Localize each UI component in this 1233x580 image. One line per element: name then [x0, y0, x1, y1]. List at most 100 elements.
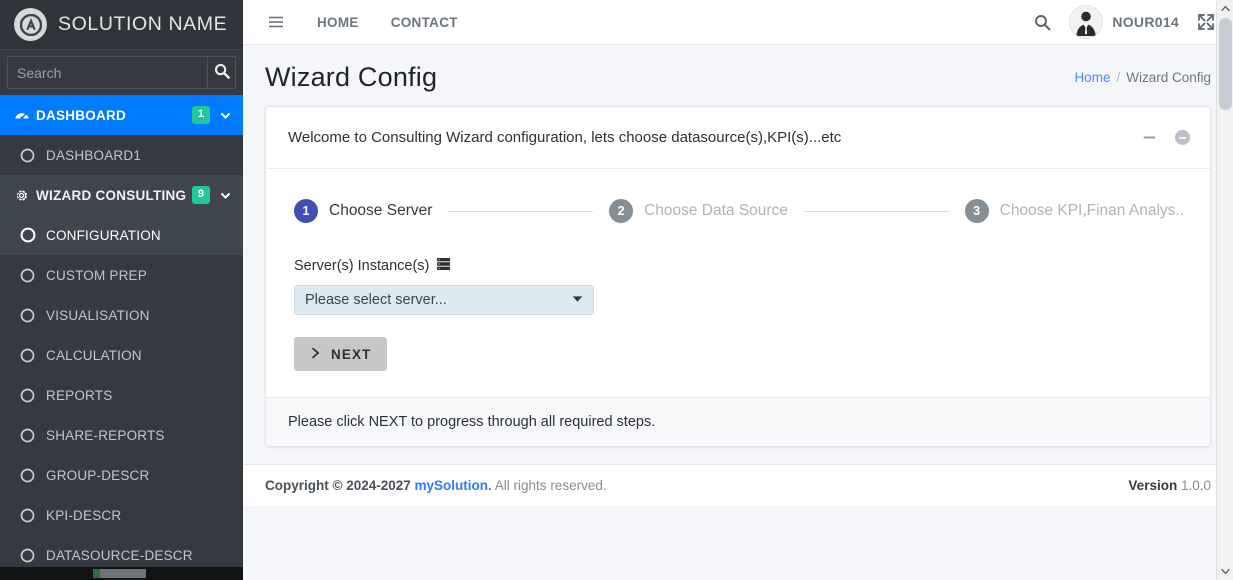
- topnav-link-contact[interactable]: CONTACT: [391, 15, 458, 30]
- next-button[interactable]: NEXT: [294, 337, 388, 371]
- footer-rights: All rights reserved.: [494, 478, 607, 493]
- username-label: NOUR014: [1112, 14, 1179, 30]
- sidebar-item-label: CALCULATION: [46, 347, 142, 363]
- breadcrumb: Home / Wizard Config: [1074, 70, 1211, 85]
- footer-version-number: 1.0.0: [1180, 478, 1211, 493]
- step-connector: [803, 210, 949, 212]
- page-header: Wizard Config Home / Wizard Config: [243, 45, 1233, 106]
- footer-version: Version 1.0.0: [1128, 478, 1211, 493]
- card-header: Welcome to Consulting Wizard configurati…: [266, 107, 1210, 169]
- scroll-down-arrow-icon[interactable]: [1217, 563, 1233, 580]
- wizard-form: Server(s) Instance(s) Please select serv…: [292, 223, 1184, 371]
- sidebar-nav: DASHBOARD 1 DASHBOARD1 WIZARD CONSULTING…: [0, 95, 243, 575]
- chevron-right-icon: [310, 347, 321, 362]
- circle-minus-bar: [1179, 136, 1186, 139]
- sidebar-item-visualisation[interactable]: VISUALISATION: [0, 295, 243, 335]
- sidebar-horizontal-scrollbar[interactable]: [0, 567, 243, 580]
- footer-copyright-prefix: Copyright © 2024-2027: [265, 478, 411, 493]
- sidebar-search: [0, 50, 243, 95]
- app-logo-icon: [14, 8, 47, 41]
- sidebar-item-wizard-consulting[interactable]: WIZARD CONSULTING 9: [0, 175, 243, 215]
- circle-icon: [20, 388, 46, 403]
- top-navbar: HOME CONTACT NOUR014: [243, 0, 1233, 45]
- server-select[interactable]: Please select server...: [294, 285, 594, 315]
- wizard-card: Welcome to Consulting Wizard configurati…: [265, 106, 1211, 447]
- sidebar-item-label: VISUALISATION: [46, 307, 150, 323]
- chevron-down-icon[interactable]: [219, 189, 232, 202]
- circle-icon: [20, 268, 46, 283]
- search-input[interactable]: [8, 57, 207, 88]
- next-button-label: NEXT: [331, 346, 372, 362]
- scrollbar-thumb[interactable]: [1219, 18, 1232, 110]
- circle-minus-icon[interactable]: [1175, 130, 1190, 145]
- page-vertical-scrollbar[interactable]: [1216, 0, 1233, 580]
- app-root: SOLUTION NAME Search DASHBOARD 1 DASHBOA…: [0, 0, 1233, 580]
- sidebar-item-label: DASHBOARD1: [46, 147, 142, 163]
- wizard-step-1[interactable]: 1 Choose Server: [294, 199, 432, 223]
- sidebar-item-configuration[interactable]: CONFIGURATION: [0, 215, 243, 255]
- scrollbar-thumb[interactable]: [100, 569, 146, 578]
- topnav-links: HOME CONTACT: [317, 15, 458, 30]
- sidebar-item-label: CONFIGURATION: [46, 227, 161, 243]
- user-avatar-icon: [1069, 5, 1104, 39]
- sidebar-item-dashboard[interactable]: DASHBOARD 1: [0, 95, 243, 135]
- chevron-down-icon[interactable]: [219, 109, 232, 122]
- search-icon[interactable]: [1034, 14, 1051, 31]
- server-rack-icon: [436, 257, 451, 275]
- card-title: Welcome to Consulting Wizard configurati…: [288, 129, 842, 146]
- circle-icon: [20, 508, 46, 523]
- footer-copyright: Copyright © 2024-2027 mySolution. All ri…: [265, 478, 607, 493]
- caret-down-icon: [572, 295, 583, 306]
- sidebar-item-label: KPI-DESCR: [46, 507, 122, 523]
- sidebar-item-dashboard1[interactable]: DASHBOARD1: [0, 135, 243, 175]
- breadcrumb-current: Wizard Config: [1126, 70, 1211, 85]
- search-button[interactable]: [207, 57, 235, 88]
- circle-icon: [20, 308, 46, 323]
- sidebar-item-label: SHARE-REPORTS: [46, 427, 165, 443]
- sidebar-item-label: DATASOURCE-DESCR: [46, 547, 193, 563]
- circle-icon: [20, 548, 46, 563]
- step-number: 1: [294, 199, 318, 223]
- step-number: 3: [964, 199, 989, 223]
- search-box: [7, 56, 236, 89]
- circle-icon: [20, 148, 46, 163]
- topnav-link-home[interactable]: HOME: [317, 15, 359, 30]
- main-area: HOME CONTACT NOUR014 Wizard Config Home …: [243, 0, 1233, 580]
- breadcrumb-home[interactable]: Home: [1074, 70, 1110, 85]
- sidebar-item-share-reports[interactable]: SHARE-REPORTS: [0, 415, 243, 455]
- sidebar-badge-wizard: 9: [191, 186, 210, 204]
- footer-version-label: Version: [1128, 478, 1178, 493]
- brand-title: SOLUTION NAME: [58, 13, 228, 35]
- sidebar-badge-dashboard: 1: [191, 106, 210, 124]
- circle-icon: [20, 468, 46, 483]
- sidebar: SOLUTION NAME Search DASHBOARD 1 DASHBOA…: [0, 0, 243, 580]
- sidebar-item-kpi-descr[interactable]: KPI-DESCR: [0, 495, 243, 535]
- server-instance-label: Server(s) Instance(s): [294, 257, 1184, 275]
- sidebar-item-group-descr[interactable]: GROUP-DESCR: [0, 455, 243, 495]
- sidebar-item-calculation[interactable]: CALCULATION: [0, 335, 243, 375]
- page-footer: Copyright © 2024-2027 mySolution. All ri…: [243, 464, 1233, 506]
- minus-icon[interactable]: [1142, 130, 1157, 145]
- card-tools: [1142, 130, 1190, 145]
- sidebar-brand[interactable]: SOLUTION NAME: [0, 0, 243, 50]
- wizard-step-3[interactable]: 3 Choose KPI,Finan Analys..: [964, 199, 1185, 223]
- step-label: Choose Server: [329, 202, 433, 219]
- user-menu[interactable]: NOUR014: [1069, 5, 1179, 39]
- fullscreen-expand-icon[interactable]: [1197, 13, 1215, 31]
- hamburger-icon[interactable]: [263, 9, 289, 35]
- sidebar-item-custom-prep[interactable]: CUSTOM PREP: [0, 255, 243, 295]
- page-content: Welcome to Consulting Wizard configurati…: [243, 106, 1233, 447]
- sidebar-item-label: WIZARD CONSULTING: [36, 187, 187, 203]
- step-number: 2: [609, 199, 634, 223]
- server-select-value: Please select server...: [305, 292, 447, 308]
- step-connector: [448, 210, 594, 212]
- sidebar-item-reports[interactable]: REPORTS: [0, 375, 243, 415]
- sidebar-item-label: DASHBOARD: [36, 107, 126, 123]
- step-label: Choose KPI,Finan Analys..: [999, 202, 1185, 219]
- card-footer: Please click NEXT to progress through al…: [266, 397, 1210, 446]
- wizard-step-2[interactable]: 2 Choose Data Source: [609, 199, 788, 223]
- scroll-up-arrow-icon[interactable]: [1217, 0, 1233, 17]
- footer-brand-link[interactable]: mySolution.: [415, 478, 492, 493]
- wizard-stepper: 1 Choose Server 2 Choose Data Source 3 C…: [292, 199, 1184, 223]
- circle-icon: [20, 428, 46, 443]
